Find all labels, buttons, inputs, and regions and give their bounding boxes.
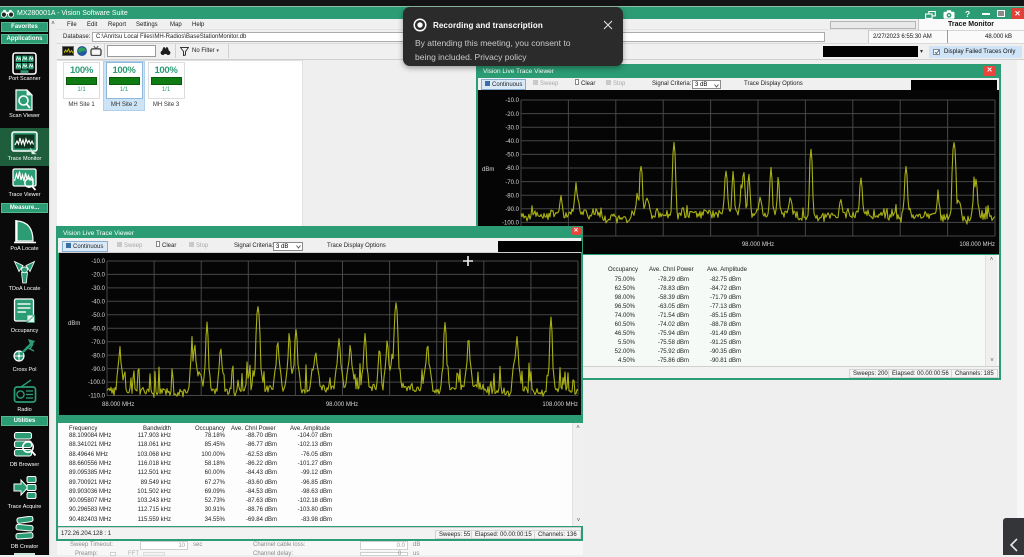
svg-text:-110.0: -110.0: [88, 394, 105, 400]
svg-text:-70.0: -70.0: [505, 180, 519, 186]
svg-text:-40.0: -40.0: [91, 300, 105, 306]
svg-text:-90.0: -90.0: [91, 367, 105, 373]
svg-text:98.000 MHz: 98.000 MHz: [742, 242, 774, 248]
svg-text:98.000 MHz: 98.000 MHz: [326, 402, 358, 408]
svg-text:-90.0: -90.0: [505, 207, 519, 213]
svg-text:-30.0: -30.0: [91, 286, 105, 292]
svg-text:88.000 MHz: 88.000 MHz: [102, 402, 134, 408]
svg-text:-70.0: -70.0: [91, 340, 105, 346]
svg-text:-20.0: -20.0: [91, 273, 105, 279]
svg-text:-80.0: -80.0: [505, 193, 519, 199]
svg-text:-30.0: -30.0: [505, 125, 519, 131]
svg-text:-10.0: -10.0: [91, 259, 105, 265]
svg-text:dBm: dBm: [482, 167, 494, 173]
svg-text:-100.0: -100.0: [88, 380, 106, 386]
svg-text:-10.0: -10.0: [505, 98, 519, 104]
svg-text:-50.0: -50.0: [505, 153, 519, 159]
svg-text:-60.0: -60.0: [505, 166, 519, 172]
svg-text:-40.0: -40.0: [505, 139, 519, 145]
svg-text:-50.0: -50.0: [91, 313, 105, 319]
svg-text:-20.0: -20.0: [505, 112, 519, 118]
svg-text:-60.0: -60.0: [91, 327, 105, 333]
svg-text:-80.0: -80.0: [91, 353, 105, 359]
svg-text:dBm: dBm: [68, 321, 80, 327]
svg-text:108.000 MHz: 108.000 MHz: [542, 402, 578, 408]
svg-text:108.000 MHz: 108.000 MHz: [959, 242, 995, 248]
